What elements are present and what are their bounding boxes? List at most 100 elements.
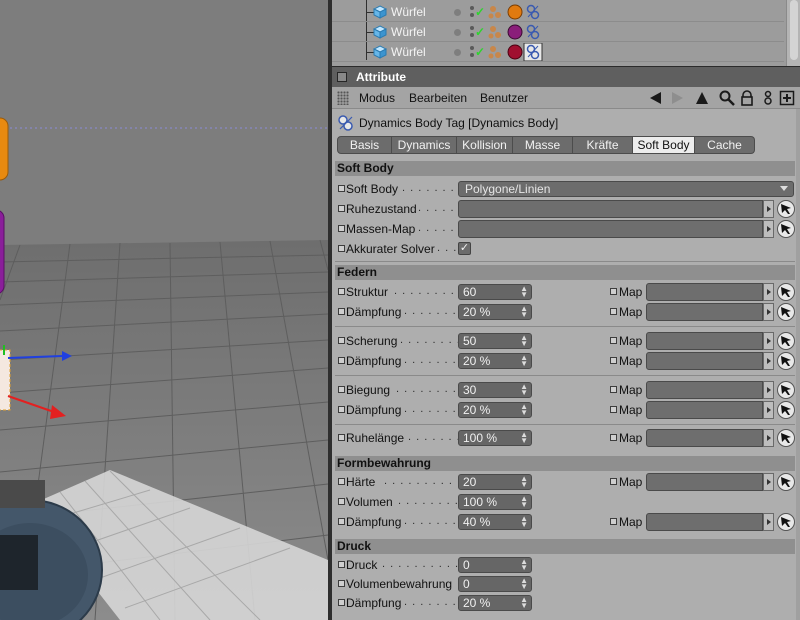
link-menu-arrow-icon[interactable] [763, 429, 774, 447]
map-animate-toggle[interactable] [610, 406, 617, 413]
attribute-scrollbar[interactable] [796, 109, 800, 620]
tab-cache[interactable]: Cache [695, 136, 755, 154]
link-menu-arrow-icon[interactable] [763, 220, 774, 238]
scrollbar-thumb[interactable] [790, 0, 798, 60]
animate-toggle[interactable] [338, 518, 345, 525]
object-tags[interactable] [488, 3, 548, 21]
stepper-arrows-icon[interactable]: ▲ ▼ [520, 558, 528, 572]
link-menu-arrow-icon[interactable] [763, 200, 774, 218]
section-druck[interactable]: Druck [335, 539, 795, 554]
animate-toggle[interactable] [338, 245, 345, 252]
map-link-field[interactable] [646, 381, 763, 399]
object-picker-icon[interactable] [777, 513, 795, 531]
map-link-field[interactable] [646, 513, 763, 531]
arrow-up-icon[interactable] [694, 90, 710, 106]
lock-icon[interactable] [739, 90, 755, 106]
animate-toggle[interactable] [338, 337, 345, 344]
daempfung-input[interactable]: 20 % ▲ ▼ [458, 402, 532, 418]
arrow-right-icon[interactable] [669, 90, 685, 106]
map-link-field[interactable] [646, 473, 763, 491]
tab-basis[interactable]: Basis [337, 136, 392, 154]
map-animate-toggle[interactable] [610, 357, 617, 364]
object-manager-scrollbar[interactable] [786, 0, 800, 66]
link-menu-arrow-icon[interactable] [763, 473, 774, 491]
stepper-arrows-icon[interactable]: ▲ ▼ [520, 495, 528, 509]
stepper-arrows-icon[interactable]: ▲ ▼ [520, 431, 528, 445]
soft-body-dropdown[interactable]: Polygone/Linien [458, 181, 794, 197]
object-picker-icon[interactable] [777, 283, 795, 301]
object-row[interactable]: Würfel ✓ [332, 42, 784, 62]
stepper-arrows-icon[interactable]: ▲ ▼ [520, 577, 528, 591]
link-menu-arrow-icon[interactable] [763, 513, 774, 531]
animate-toggle[interactable] [338, 357, 345, 364]
daempfung-input[interactable]: 20 % ▲ ▼ [458, 353, 532, 369]
object-picker-icon[interactable] [777, 429, 795, 447]
object-picker-icon[interactable] [777, 473, 795, 491]
enabled-check-icon[interactable]: ✓ [475, 25, 487, 39]
stepper-arrows-icon[interactable]: ▲ ▼ [520, 596, 528, 610]
link-menu-arrow-icon[interactable] [763, 332, 774, 350]
animate-toggle[interactable] [338, 205, 345, 212]
search-icon[interactable] [719, 90, 735, 106]
map-animate-toggle[interactable] [610, 386, 617, 393]
stepper-arrows-icon[interactable]: ▲ ▼ [520, 285, 528, 299]
map-animate-toggle[interactable] [610, 518, 617, 525]
ruhelaenge-input[interactable]: 100 % ▲ ▼ [458, 430, 532, 446]
stepper-arrows-icon[interactable]: ▲ ▼ [520, 515, 528, 529]
map-link-field[interactable] [646, 332, 763, 350]
animate-toggle[interactable] [338, 288, 345, 295]
link-menu-arrow-icon[interactable] [763, 381, 774, 399]
tab-kollision[interactable]: Kollision [457, 136, 513, 154]
object-picker-icon[interactable] [777, 332, 795, 350]
struktur-input[interactable]: 60 ▲ ▼ [458, 284, 532, 300]
map-link-field[interactable] [646, 401, 763, 419]
massen-map-link-field[interactable] [458, 220, 763, 238]
volumenbewahrung-input[interactable]: 0 ▲ ▼ [458, 576, 532, 592]
animate-toggle[interactable] [338, 561, 345, 568]
settings-icon[interactable] [760, 90, 776, 106]
daempfung-input[interactable]: 20 % ▲ ▼ [458, 595, 532, 611]
animate-toggle[interactable] [338, 599, 345, 606]
section-federn[interactable]: Federn [335, 265, 795, 280]
object-picker-icon[interactable] [777, 381, 795, 399]
arrow-left-icon[interactable] [648, 90, 664, 106]
animate-toggle[interactable] [338, 386, 345, 393]
map-link-field[interactable] [646, 303, 763, 321]
map-animate-toggle[interactable] [610, 478, 617, 485]
link-menu-arrow-icon[interactable] [763, 401, 774, 419]
enabled-check-icon[interactable]: ✓ [475, 45, 487, 59]
animate-toggle[interactable] [338, 580, 345, 587]
link-menu-arrow-icon[interactable] [763, 303, 774, 321]
tab-soft-body[interactable]: Soft Body [633, 136, 695, 154]
stepper-arrows-icon[interactable]: ▲ ▼ [520, 334, 528, 348]
visibility-dot[interactable] [454, 9, 461, 16]
new-panel-icon[interactable] [779, 90, 795, 106]
ruhezustand-link-field[interactable] [458, 200, 763, 218]
object-name[interactable]: Würfel [391, 25, 426, 39]
tab-masse[interactable]: Masse [513, 136, 573, 154]
druck-input[interactable]: 0 ▲ ▼ [458, 557, 532, 573]
visibility-dot[interactable] [454, 29, 461, 36]
object-name[interactable]: Würfel [391, 5, 426, 19]
animate-toggle[interactable] [338, 406, 345, 413]
volumen-input[interactable]: 100 % ▲ ▼ [458, 494, 532, 510]
stepper-arrows-icon[interactable]: ▲ ▼ [520, 403, 528, 417]
animate-toggle[interactable] [338, 498, 345, 505]
stepper-arrows-icon[interactable]: ▲ ▼ [520, 475, 528, 489]
visibility-dot[interactable] [454, 49, 461, 56]
tab-dynamics[interactable]: Dynamics [392, 136, 457, 154]
animate-toggle[interactable] [338, 434, 345, 441]
object-tags[interactable] [488, 23, 548, 41]
map-link-field[interactable] [646, 429, 763, 447]
scherung-input[interactable]: 50 ▲ ▼ [458, 333, 532, 349]
biegung-input[interactable]: 30 ▲ ▼ [458, 382, 532, 398]
object-name[interactable]: Würfel [391, 45, 426, 59]
map-animate-toggle[interactable] [610, 288, 617, 295]
menu-bearbeiten[interactable]: Bearbeiten [409, 91, 467, 105]
object-picker-icon[interactable] [777, 401, 795, 419]
map-animate-toggle[interactable] [610, 308, 617, 315]
object-row[interactable]: Würfel ✓ [332, 22, 784, 42]
section-formbewahrung[interactable]: Formbewahrung [335, 456, 795, 471]
stepper-arrows-icon[interactable]: ▲ ▼ [520, 305, 528, 319]
3d-viewport[interactable] [0, 0, 328, 620]
